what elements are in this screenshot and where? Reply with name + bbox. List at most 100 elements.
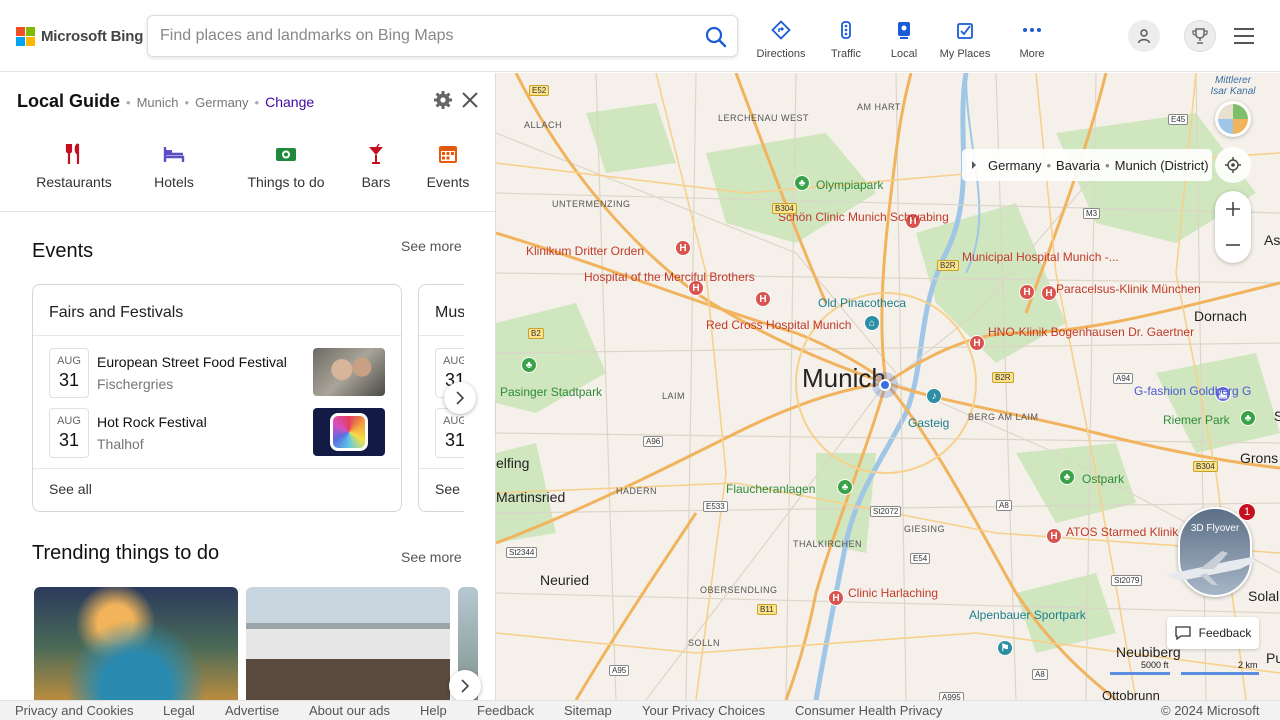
search-input[interactable] — [160, 27, 680, 45]
place-label[interactable]: Hospital of the Merciful Brothers — [584, 270, 755, 284]
local-button[interactable]: Local — [880, 20, 928, 60]
category-hotels[interactable]: Hotels — [132, 143, 216, 190]
map-label: LAIM — [662, 391, 686, 401]
place-label[interactable]: G-fashion Goldberg G — [1134, 384, 1251, 398]
hospital-pin[interactable]: H — [1046, 528, 1062, 544]
place-label[interactable]: Klinikum Dritter Orden — [526, 244, 644, 258]
category-restaurants[interactable]: Restaurants — [18, 143, 130, 190]
zoom-in-button[interactable] — [1215, 191, 1251, 227]
close-panel-button[interactable] — [459, 89, 481, 116]
footer-link[interactable]: Sitemap — [564, 703, 612, 718]
venue-pin[interactable]: ♪ — [926, 388, 942, 404]
settings-button[interactable] — [433, 90, 453, 115]
change-location-link[interactable]: Change — [265, 94, 314, 110]
event-day: 31 — [58, 430, 80, 450]
footer-link[interactable]: Feedback — [477, 703, 534, 718]
breadcrumb-item[interactable]: Germany — [988, 158, 1041, 173]
place-label[interactable]: Ostpark — [1082, 472, 1124, 486]
town-label: Grons — [1240, 450, 1279, 466]
see-all-link[interactable]: See — [435, 481, 460, 497]
traffic-button[interactable]: Traffic — [814, 20, 878, 60]
hospital-pin[interactable]: H — [755, 291, 771, 307]
footer-link[interactable]: Your Privacy Choices — [642, 703, 765, 718]
trending-tile-building[interactable] — [246, 587, 450, 700]
footer-link[interactable]: Advertise — [225, 703, 279, 718]
profile-button[interactable] — [1128, 20, 1160, 52]
search-icon[interactable] — [705, 26, 727, 53]
place-label[interactable]: Riemer Park — [1163, 413, 1230, 427]
park-pin[interactable]: ♣ — [1240, 410, 1256, 426]
park-pin[interactable]: ♣ — [521, 357, 537, 373]
current-location-marker[interactable] — [872, 372, 898, 398]
category-things-to-do[interactable]: Things to do — [230, 143, 342, 190]
trending-next-button[interactable] — [449, 670, 481, 700]
place-label[interactable]: Alpenbauer Sportpark — [969, 608, 1086, 622]
event-item[interactable]: AUG 31 Hot Rock Festival Thalhof — [49, 408, 389, 458]
map-feedback-button[interactable]: Feedback — [1167, 617, 1259, 649]
footer-link[interactable]: Legal — [163, 703, 195, 718]
map-canvas[interactable]: ALLACH LERCHENAU WEST AM HART UNTERMENZI… — [496, 73, 1280, 700]
breadcrumb-separator: • — [1046, 157, 1052, 173]
event-card-fairs[interactable]: Fairs and Festivals AUG 31 European Stre… — [32, 284, 402, 512]
hospital-pin[interactable]: H — [675, 240, 691, 256]
museum-pin[interactable]: ⌂ — [864, 315, 880, 331]
trending-tile-therme[interactable] — [34, 587, 238, 700]
zoom-out-button[interactable] — [1215, 227, 1251, 263]
my-places-button[interactable]: My Places — [934, 20, 996, 60]
category-events[interactable]: Events — [408, 143, 488, 190]
chat-bubble-icon — [1174, 626, 1191, 640]
map-style-button[interactable] — [1215, 101, 1251, 137]
local-icon — [898, 22, 910, 39]
directions-label: Directions — [756, 48, 806, 60]
hospital-pin[interactable]: H — [1019, 284, 1035, 300]
search-box[interactable] — [147, 15, 738, 57]
rewards-button[interactable] — [1184, 20, 1216, 52]
park-pin[interactable]: ♣ — [837, 479, 853, 495]
directions-icon — [771, 20, 791, 40]
town-label: Dornach — [1194, 308, 1247, 324]
more-button[interactable]: More — [1010, 20, 1054, 60]
event-item[interactable]: AUG 31 European Street Food Festival Fis… — [49, 348, 389, 398]
directions-button[interactable]: Directions — [752, 20, 810, 60]
footer-link[interactable]: Consumer Health Privacy — [795, 703, 942, 718]
trending-see-more-link[interactable]: See more — [401, 549, 462, 565]
place-label[interactable]: Gasteig — [908, 416, 949, 430]
3d-flyover-button[interactable]: 3D Flyover 1 — [1165, 503, 1256, 597]
breadcrumb-item[interactable]: Bavaria — [1056, 158, 1100, 173]
place-label[interactable]: ATOS Starmed Klinik München — [1066, 525, 1231, 539]
place-label[interactable]: Flaucheranlagen — [726, 482, 815, 496]
separator-dot: • — [254, 95, 260, 110]
see-all-link[interactable]: See all — [49, 481, 92, 497]
place-label[interactable]: Paracelsus-Klinik München — [1056, 282, 1201, 296]
trending-section-title: Trending things to do — [32, 542, 220, 564]
place-label[interactable]: Municipal Hospital Munich -... — [962, 250, 1119, 264]
footer-link[interactable]: About our ads — [309, 703, 390, 718]
category-bars[interactable]: Bars — [346, 143, 406, 190]
park-pin[interactable]: ♣ — [1059, 469, 1075, 485]
park-pin[interactable]: ♣ — [794, 175, 810, 191]
road-shield: E54 — [910, 553, 931, 564]
road-shield: B2 — [528, 328, 544, 339]
menu-button[interactable] — [1234, 24, 1258, 48]
hospital-pin[interactable]: H — [1041, 285, 1057, 301]
events-see-more-link[interactable]: See more — [401, 238, 462, 254]
place-label[interactable]: Clinic Harlaching — [848, 586, 938, 600]
place-label[interactable]: HNO-Klinik Bogenhausen Dr. Gaertner — [988, 325, 1194, 339]
footer-link[interactable]: Privacy and Cookies — [15, 703, 134, 718]
top-header: Microsoft Bing Directions Traffic Local … — [0, 0, 1280, 72]
category-label: Hotels — [154, 174, 194, 190]
locate-me-button[interactable] — [1215, 147, 1251, 183]
events-next-button[interactable] — [444, 382, 476, 414]
footer-link[interactable]: Help — [420, 703, 447, 718]
bing-logo[interactable]: Microsoft Bing — [16, 27, 143, 46]
hospital-pin[interactable]: H — [828, 590, 844, 606]
breadcrumb-item[interactable]: Munich (District) — [1115, 158, 1209, 173]
place-label[interactable]: Old Pinacotheca — [818, 296, 906, 310]
place-label[interactable]: Pasinger Stadtpark — [500, 385, 602, 399]
category-label: Restaurants — [36, 174, 112, 190]
category-label: Events — [426, 174, 470, 190]
place-label[interactable]: Olympiapark — [816, 178, 883, 192]
hospital-pin[interactable]: H — [969, 335, 985, 351]
place-label[interactable]: Red Cross Hospital Munich — [706, 318, 851, 332]
sports-pin[interactable]: ⚑ — [997, 640, 1013, 656]
